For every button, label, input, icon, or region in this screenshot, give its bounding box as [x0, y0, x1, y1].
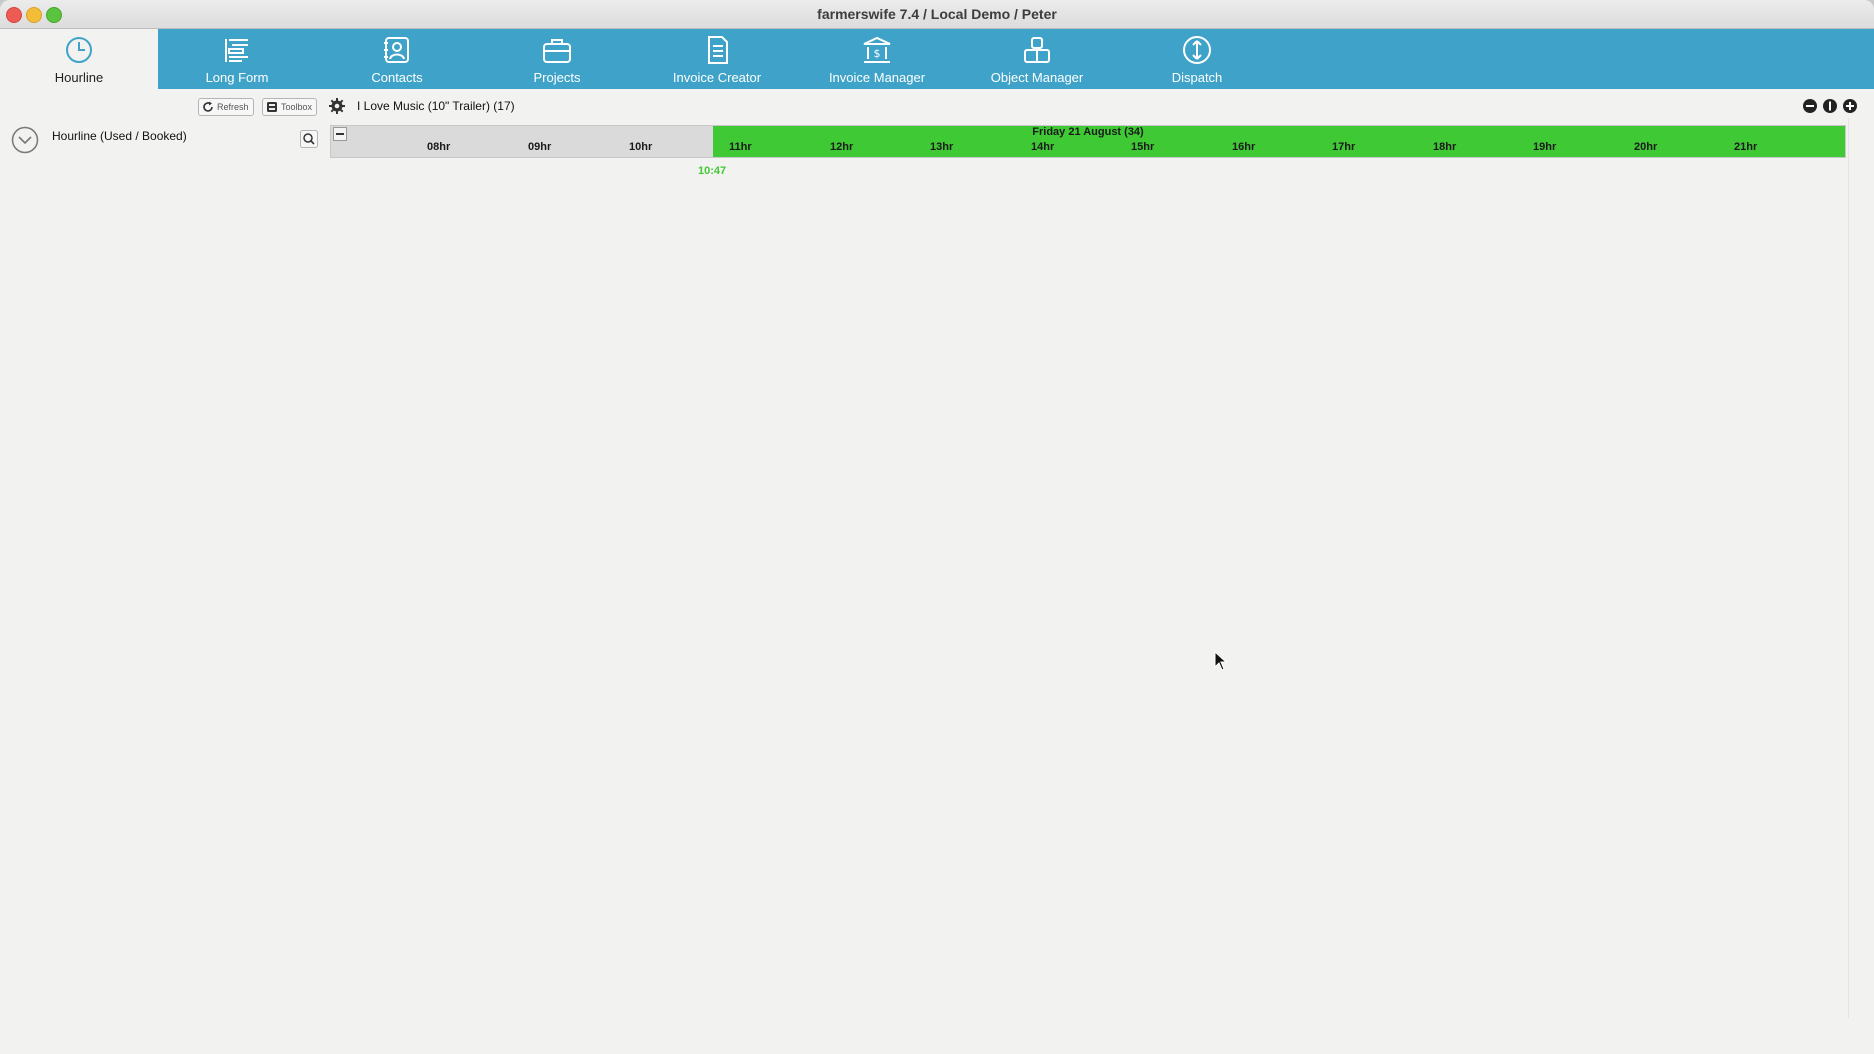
timeline-date-label: Friday 21 August (34): [331, 126, 1845, 138]
main-nav: Hourline Long Form Contacts Projects Inv…: [0, 29, 1874, 89]
app-window: farmerswife 7.4 / Local Demo / Peter Hou…: [0, 0, 1874, 1054]
toolbox-icon: [267, 102, 277, 112]
nav-invoice-manager-label: Invoice Manager: [828, 70, 926, 85]
hourline-panel-header: Hourline (Used / Booked): [0, 124, 330, 156]
hour-label: 20hr: [1634, 141, 1658, 153]
hour-label: 18hr: [1433, 141, 1457, 153]
hour-label: 21hr: [1734, 141, 1758, 153]
refresh-button[interactable]: Refresh: [198, 98, 254, 116]
contacts-icon: [384, 37, 409, 63]
nav-contacts[interactable]: Contacts: [318, 29, 476, 89]
svg-text:$: $: [874, 47, 881, 60]
briefcase-icon: [543, 39, 571, 63]
long-form-icon: [225, 39, 248, 62]
refresh-icon: [203, 101, 213, 112]
title-bar: farmerswife 7.4 / Local Demo / Peter: [0, 0, 1874, 29]
nav-hourline[interactable]: Hourline: [0, 29, 158, 89]
hourline-timeline[interactable]: Friday 21 August (34) 08hr 09hr 10hr 11h…: [330, 125, 1846, 158]
hour-label: 12hr: [830, 141, 854, 153]
hour-label: 11hr: [729, 141, 752, 153]
hour-label: 13hr: [930, 141, 954, 153]
zoom-reset-icon[interactable]: [1822, 98, 1838, 114]
nav-invoice-manager[interactable]: $ Invoice Manager: [798, 29, 956, 89]
gear-icon[interactable]: [328, 97, 346, 115]
window-title: farmerswife 7.4 / Local Demo / Peter: [817, 6, 1057, 22]
hour-label: 16hr: [1232, 141, 1256, 153]
hour-label: 19hr: [1533, 141, 1557, 153]
nav-projects[interactable]: Projects: [478, 29, 636, 89]
hour-label: 08hr: [427, 141, 451, 153]
nav-contacts-label: Contacts: [371, 70, 423, 85]
nav-long-form-label: Long Form: [205, 70, 269, 85]
hour-label: 15hr: [1131, 141, 1155, 153]
collapse-chevron-icon[interactable]: [11, 126, 39, 154]
nav-dispatch-label: Dispatch: [1171, 70, 1223, 85]
document-icon: [708, 36, 728, 64]
nav-projects-label: Projects: [533, 70, 581, 85]
toolbox-label: Toolbox: [281, 102, 313, 112]
nav-invoice-creator-label: Invoice Creator: [672, 70, 762, 85]
project-label: I Love Music (10" Trailer) (17): [357, 99, 515, 113]
dispatch-icon: [1183, 36, 1211, 64]
toolbox-button[interactable]: Toolbox: [262, 98, 318, 116]
nav-object-manager[interactable]: Object Manager: [958, 29, 1116, 89]
nav-long-form[interactable]: Long Form: [158, 29, 316, 89]
nav-object-manager-label: Object Manager: [990, 70, 1084, 85]
mouse-cursor-icon: [1214, 651, 1228, 671]
nav-hourline-label: Hourline: [54, 70, 104, 85]
zoom-out-icon[interactable]: [1802, 98, 1818, 114]
nav-dispatch[interactable]: Dispatch: [1118, 29, 1276, 89]
current-time-label: 10:47: [698, 165, 727, 177]
panel-title: Hourline (Used / Booked): [52, 129, 187, 143]
hour-label: 17hr: [1332, 141, 1356, 153]
hour-label: 10hr: [629, 141, 653, 153]
clock-icon: [66, 37, 92, 63]
refresh-label: Refresh: [217, 102, 249, 112]
hourline-toolbar: Refresh Toolbox I Love Music (10" Traile…: [0, 96, 1874, 118]
bank-icon: $: [863, 36, 891, 63]
nav-invoice-creator[interactable]: Invoice Creator: [638, 29, 796, 89]
hour-label: 14hr: [1031, 141, 1055, 153]
hour-label: 09hr: [528, 141, 552, 153]
zoom-in-icon[interactable]: [1842, 98, 1858, 114]
vertical-scrollbar[interactable]: [1848, 118, 1849, 1018]
search-icon[interactable]: [300, 130, 318, 148]
objects-icon: [1024, 37, 1050, 63]
timeline-date-text: Friday 21 August (34): [1032, 126, 1144, 138]
